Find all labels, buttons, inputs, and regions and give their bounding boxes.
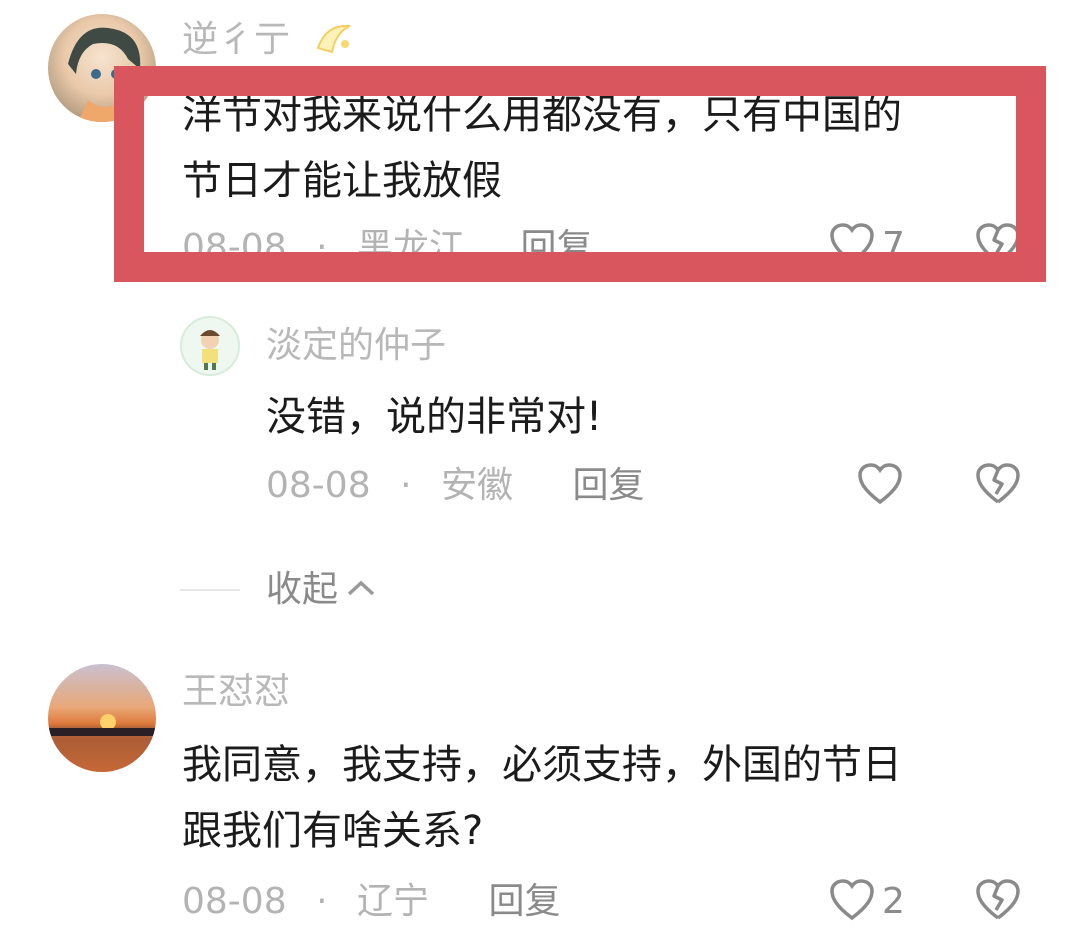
comment-text-line: 我同意，我支持，必须支持，外国的节日 <box>182 742 902 788</box>
comment-location: 安徽 <box>440 465 513 506</box>
comment-date: 08-08 <box>182 881 287 922</box>
avatar[interactable] <box>180 316 240 376</box>
avatar[interactable] <box>48 664 156 772</box>
like-count: 2 <box>882 881 905 922</box>
avatar-illustration <box>48 714 156 772</box>
reply-button[interactable]: 回复 <box>488 881 560 922</box>
comment-username[interactable]: 逆彳亍 <box>182 18 290 62</box>
comment-location: 辽宁 <box>356 881 429 922</box>
comment-meta: 08-08 · 辽宁 回复 <box>182 880 560 924</box>
collapse-button[interactable]: 收起 <box>266 568 376 612</box>
highlight-frame <box>114 66 1046 282</box>
dislike-icon[interactable] <box>974 878 1022 922</box>
meta-separator: · <box>400 465 412 506</box>
like-icon[interactable] <box>856 462 904 506</box>
comment-username[interactable]: 淡定的仲子 <box>266 324 446 368</box>
chevron-up-icon <box>346 578 376 602</box>
comment-username[interactable]: 王怼怼 <box>182 670 290 714</box>
avatar-illustration <box>200 330 220 370</box>
comment-text: 没错，说的非常对! <box>266 394 603 440</box>
comment-text-line: 跟我们有啥关系? <box>182 808 484 854</box>
meta-separator: · <box>316 881 328 922</box>
like-icon[interactable] <box>828 878 876 922</box>
collapse-label: 收起 <box>266 569 339 610</box>
collapse-divider <box>180 589 240 591</box>
sparkle-badge-icon <box>312 18 356 58</box>
comment-date: 08-08 <box>266 465 371 506</box>
comment-meta: 08-08 · 安徽 回复 <box>266 464 644 508</box>
reply-button[interactable]: 回复 <box>572 465 644 506</box>
dislike-icon[interactable] <box>974 462 1022 506</box>
